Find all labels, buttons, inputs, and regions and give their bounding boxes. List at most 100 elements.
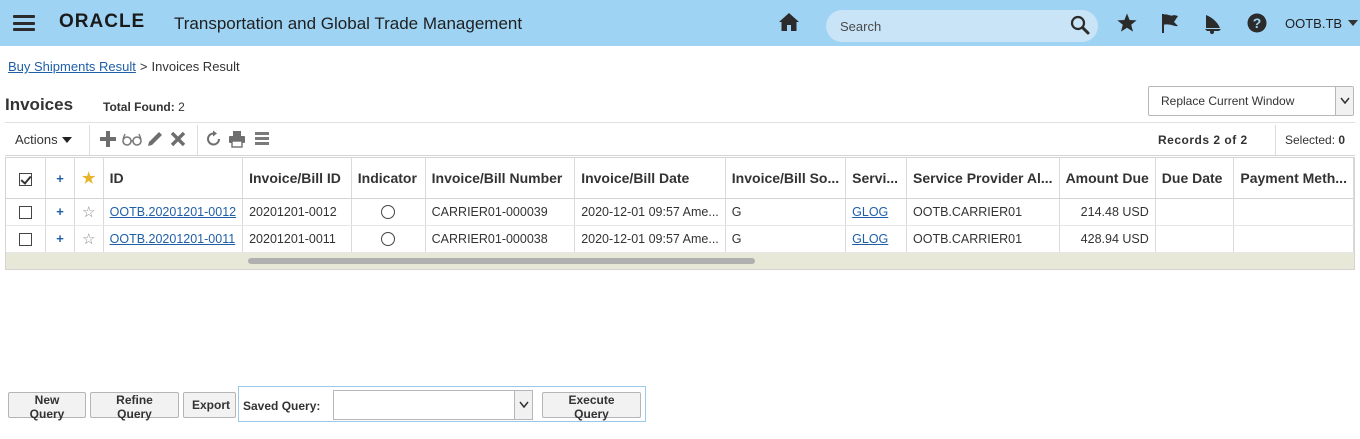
new-query-button[interactable]: New Query [8, 392, 86, 421]
cell-bill-number: CARRIER01-000038 [425, 225, 576, 253]
view-icon[interactable] [122, 130, 142, 148]
select-all-checkbox[interactable] [19, 172, 33, 186]
cell-bill-number: CARRIER01-000039 [425, 198, 576, 226]
invoice-id-link[interactable]: OOTB.20201201-0011 [110, 232, 236, 246]
invoices-table: + ★ ID Invoice/Bill ID Indicator Invoice… [5, 157, 1355, 270]
column-header-bill-number[interactable]: Invoice/Bill Number [425, 158, 576, 199]
cell-payment-method [1233, 198, 1354, 226]
star-outline-icon[interactable]: ☆ [82, 204, 95, 221]
cell-provider-alias: OOTB.CARRIER01 [906, 198, 1060, 226]
cell-service-provider: GLOG [845, 225, 907, 253]
help-icon[interactable]: ? [1246, 12, 1268, 34]
column-header-payment-method[interactable]: Payment Meth... [1233, 158, 1354, 199]
flag-icon[interactable] [1159, 12, 1181, 34]
window-mode-select[interactable]: Replace Current Window [1148, 86, 1354, 116]
search-box [826, 10, 1098, 42]
column-header-bill-source[interactable]: Invoice/Bill So... [725, 158, 847, 199]
cell-id: OOTB.20201201-0011 [103, 225, 244, 253]
indicator-circle-icon [381, 204, 396, 219]
indicator-circle-icon [381, 231, 396, 246]
service-provider-link[interactable]: GLOG [852, 232, 888, 246]
row-checkbox[interactable] [19, 232, 33, 246]
execute-query-button[interactable]: Execute Query [542, 392, 641, 421]
breadcrumb-current: Invoices Result [151, 59, 240, 74]
row-select-cell [6, 225, 47, 253]
saved-query-label: Saved Query: [243, 399, 321, 413]
add-icon[interactable] [99, 130, 117, 148]
cell-id: OOTB.20201201-0012 [103, 198, 244, 226]
cell-bill-id: 20201201-0012 [242, 198, 352, 226]
cell-due-date [1155, 198, 1235, 226]
cell-service-provider: GLOG [845, 198, 907, 226]
column-header-amount-due[interactable]: Amount Due [1059, 158, 1156, 199]
expand-header: + [45, 158, 75, 199]
cell-due-date [1155, 225, 1235, 253]
selected-value: 0 [1338, 133, 1346, 147]
column-header-indicator[interactable]: Indicator [351, 158, 426, 199]
saved-query-select[interactable] [333, 390, 533, 420]
dropdown-button[interactable] [1335, 87, 1353, 115]
actions-menu-button[interactable]: Actions [15, 132, 72, 147]
refresh-icon[interactable] [205, 130, 223, 148]
cell-bill-source: G [725, 225, 847, 253]
cell-payment-method [1233, 225, 1354, 253]
home-icon[interactable] [778, 12, 800, 32]
column-header-bill-date[interactable]: Invoice/Bill Date [574, 158, 726, 199]
expand-icon[interactable]: + [56, 231, 64, 246]
add-icon[interactable]: + [56, 171, 64, 186]
refine-query-button[interactable]: Refine Query [90, 392, 179, 421]
actions-label: Actions [15, 132, 58, 147]
breadcrumb-link-buy-shipments[interactable]: Buy Shipments Result [8, 59, 136, 74]
expand-icon[interactable]: + [56, 204, 64, 219]
cell-amount-due: 428.94 USD [1059, 225, 1156, 253]
star-outline-icon[interactable]: ☆ [82, 231, 95, 248]
row-checkbox[interactable] [19, 205, 33, 219]
cell-indicator [351, 198, 426, 226]
total-found-label: Total Found: [103, 100, 175, 114]
select-all-header [6, 158, 47, 199]
print-icon[interactable] [228, 130, 246, 148]
favorite-header: ★ [74, 158, 104, 199]
service-provider-link[interactable]: GLOG [852, 205, 888, 219]
toolbar-divider [197, 125, 198, 155]
edit-icon[interactable] [146, 130, 164, 148]
user-name: OOTB.TB [1285, 16, 1343, 31]
column-header-due-date[interactable]: Due Date [1155, 158, 1235, 199]
top-bar: ORACLE Transportation and Global Trade M… [0, 0, 1360, 46]
notification-bell-icon[interactable] [1202, 12, 1224, 34]
scrollbar-thumb[interactable] [248, 258, 755, 264]
cell-amount-due: 214.48 USD [1059, 198, 1156, 226]
total-found-value: 2 [178, 100, 185, 114]
total-found: Total Found: 2 [103, 100, 185, 114]
dropdown-button[interactable] [514, 391, 532, 419]
chevron-down-icon [519, 401, 529, 409]
cell-provider-alias: OOTB.CARRIER01 [906, 225, 1060, 253]
column-header-service-provider[interactable]: Servi... [845, 158, 907, 199]
table-header-row: + ★ ID Invoice/Bill ID Indicator Invoice… [6, 158, 1354, 199]
chevron-down-icon [1348, 20, 1359, 26]
cell-bill-date: 2020-12-01 09:57 Ame... [574, 198, 726, 226]
horizontal-scrollbar[interactable] [6, 253, 1354, 269]
svg-text:?: ? [1253, 15, 1262, 31]
breadcrumb-separator: > [139, 59, 148, 74]
delete-icon[interactable] [169, 130, 187, 148]
row-favorite-cell: ☆ [74, 198, 104, 226]
menu-icon[interactable] [13, 15, 35, 31]
chevron-down-icon [1340, 97, 1350, 105]
export-button[interactable]: Export [183, 392, 236, 418]
results-toolbar: Actions Records 2 of 2 Selected: 0 [5, 122, 1355, 156]
columns-icon[interactable] [253, 130, 271, 148]
column-header-provider-alias[interactable]: Service Provider Al... [906, 158, 1060, 199]
row-expand-cell: + [45, 225, 75, 253]
user-menu[interactable]: OOTB.TB [1285, 16, 1359, 31]
invoice-id-link[interactable]: OOTB.20201201-0012 [110, 205, 236, 219]
cell-bill-source: G [725, 198, 847, 226]
table-row[interactable]: + ☆ OOTB.20201201-0012 20201201-0012 CAR… [6, 198, 1354, 226]
search-icon[interactable] [1070, 15, 1090, 35]
search-input[interactable] [838, 16, 1068, 36]
star-icon[interactable]: ★ [82, 170, 95, 187]
table-row[interactable]: + ☆ OOTB.20201201-0011 20201201-0011 CAR… [6, 225, 1354, 253]
favorites-star-icon[interactable] [1116, 12, 1138, 34]
column-header-id[interactable]: ID [103, 158, 244, 199]
column-header-bill-id[interactable]: Invoice/Bill ID [242, 158, 352, 199]
